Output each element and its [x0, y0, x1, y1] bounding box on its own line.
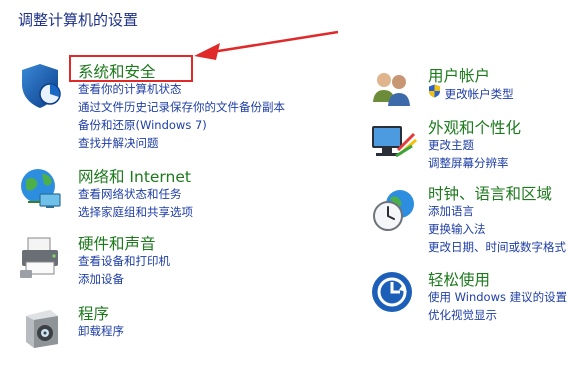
category-clock-language: 时钟、语言和区域 添加语言 更换输入法 更改日期、时间或数字格式: [370, 182, 588, 262]
clock-globe-icon[interactable]: [370, 186, 420, 236]
category-user-accounts: 用户帐户 更改帐户类型: [370, 64, 580, 108]
category-programs: 程序 卸载程序: [18, 302, 318, 352]
link-devices-printers[interactable]: 查看设备和打印机: [78, 252, 170, 270]
category-title-programs[interactable]: 程序: [78, 302, 109, 324]
link-recommended-settings[interactable]: 使用 Windows 建议的设置: [428, 288, 567, 306]
link-change-theme[interactable]: 更改主题: [428, 136, 509, 154]
link-homegroup-sharing[interactable]: 选择家庭组和共享选项: [78, 203, 193, 221]
link-change-input-method[interactable]: 更换输入法: [428, 220, 566, 238]
globe-network-icon[interactable]: [18, 166, 68, 216]
link-change-date-time-format[interactable]: 更改日期、时间或数字格式: [428, 238, 566, 256]
link-uninstall-program[interactable]: 卸载程序: [78, 322, 124, 340]
category-title-appearance[interactable]: 外观和个性化: [428, 116, 521, 138]
link-view-computer-status[interactable]: 查看你的计算机状态: [78, 80, 285, 98]
ease-of-access-icon[interactable]: [370, 270, 420, 320]
link-backup-restore[interactable]: 备份和还原(Windows 7): [78, 116, 285, 134]
link-change-account-type[interactable]: 更改帐户类型: [428, 84, 514, 103]
programs-box-icon[interactable]: [18, 304, 68, 354]
annotation-arrow: [194, 30, 339, 60]
category-title-clock-language[interactable]: 时钟、语言和区域: [428, 182, 552, 204]
link-optimize-visual-display[interactable]: 优化视觉显示: [428, 306, 567, 324]
category-hardware-sound: 硬件和声音 查看设备和打印机 添加设备: [18, 232, 318, 292]
annotation-highlight-box: [69, 55, 193, 82]
category-title-ease-of-access[interactable]: 轻松使用: [428, 268, 490, 290]
category-network-internet: 网络和 Internet 查看网络状态和任务 选择家庭组和共享选项: [18, 164, 318, 224]
link-add-language[interactable]: 添加语言: [428, 202, 566, 220]
link-adjust-resolution[interactable]: 调整屏幕分辨率: [428, 154, 509, 172]
printer-icon[interactable]: [18, 234, 68, 284]
category-title-network-internet[interactable]: 网络和 Internet: [78, 165, 191, 187]
link-network-status[interactable]: 查看网络状态和任务: [78, 185, 193, 203]
category-ease-of-access: 轻松使用 使用 Windows 建议的设置 优化视觉显示: [370, 268, 588, 328]
monitor-paint-icon[interactable]: [370, 120, 420, 170]
link-label-change-account-type: 更改帐户类型: [444, 87, 514, 101]
link-troubleshoot[interactable]: 查找并解决问题: [78, 134, 285, 152]
page-title: 调整计算机的设置: [18, 11, 139, 29]
link-file-history-backup[interactable]: 通过文件历史记录保存你的文件备份副本: [78, 98, 285, 116]
shield-icon[interactable]: [18, 62, 68, 112]
uac-shield-icon: [429, 84, 440, 98]
category-appearance: 外观和个性化 更改主题 调整屏幕分辨率: [370, 116, 580, 172]
users-icon[interactable]: [370, 66, 420, 116]
category-title-user-accounts[interactable]: 用户帐户: [428, 64, 490, 86]
category-title-hardware-sound[interactable]: 硬件和声音: [78, 232, 156, 254]
link-add-device[interactable]: 添加设备: [78, 270, 170, 288]
